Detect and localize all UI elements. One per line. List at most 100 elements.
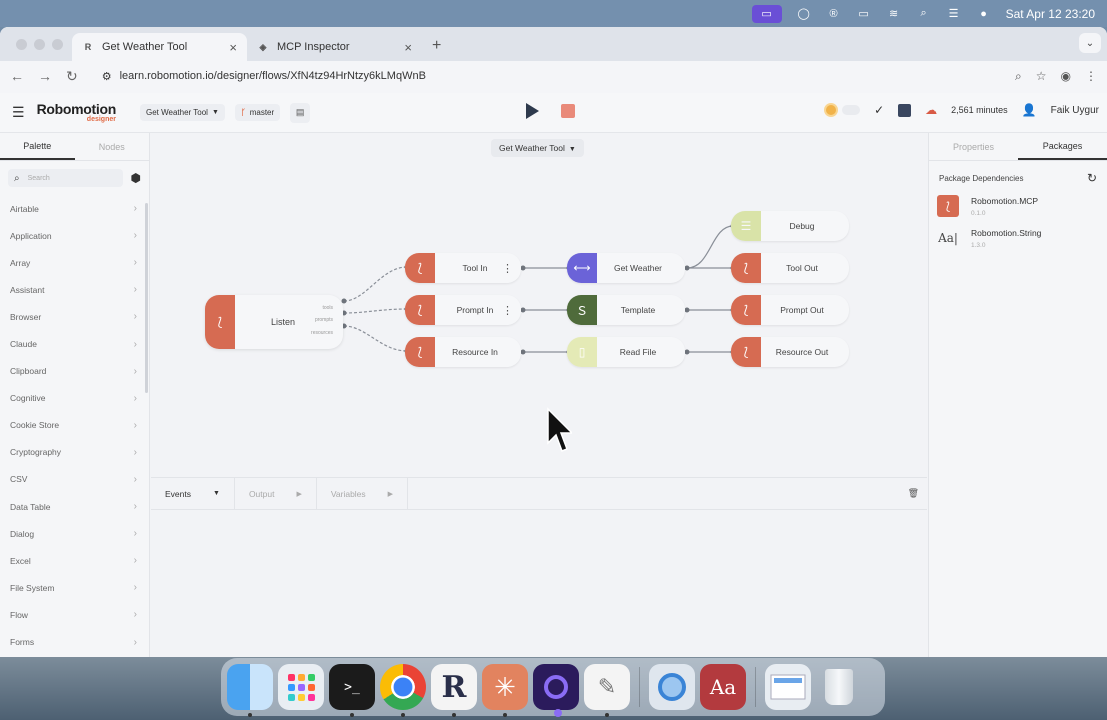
quicktime-icon[interactable]: [649, 664, 695, 710]
palette-item[interactable]: Cookie Store ›: [0, 412, 149, 439]
clear-trash-icon[interactable]: 🗑: [908, 488, 919, 499]
palette-item[interactable]: Data Table ›: [0, 493, 149, 520]
branch-selector[interactable]: ᚴ master: [234, 104, 281, 121]
flow-selector-dropdown[interactable]: Get Weather Tool ▼: [139, 104, 225, 121]
save-icon[interactable]: ▤: [290, 102, 311, 123]
resource-in-node[interactable]: ⟅ Resource In: [405, 337, 521, 367]
dictionary-icon[interactable]: Aa: [700, 664, 746, 710]
url-field[interactable]: ⚙ learn.robomotion.io/designer/flows/XfN…: [92, 64, 1001, 88]
palette-item[interactable]: Excel ›: [0, 547, 149, 574]
site-settings-icon[interactable]: ⚙: [102, 70, 112, 83]
bookmark-star-icon[interactable]: ☆: [1036, 69, 1047, 84]
chevron-down-icon: ▼: [213, 490, 220, 497]
run-play-button[interactable]: [526, 103, 539, 119]
toggle-switch[interactable]: [842, 105, 861, 115]
palette-item[interactable]: Dialog ›: [0, 520, 149, 547]
palette-item[interactable]: Array ›: [0, 249, 149, 276]
palette-item[interactable]: Assistant ›: [0, 276, 149, 303]
palette-search-input[interactable]: ⌕ Search: [8, 169, 123, 187]
flow-canvas[interactable]: Get Weather Tool ▼ ⟅ Listen tools prompt…: [151, 133, 927, 477]
tab-properties[interactable]: Properties: [929, 133, 1018, 160]
get-weather-node[interactable]: ⟷ Get Weather: [567, 253, 685, 283]
close-tab-icon[interactable]: ×: [229, 40, 237, 55]
close-window-button[interactable]: [16, 39, 27, 50]
tab-search-chevron-icon[interactable]: ⌄: [1079, 33, 1101, 53]
robomotion-menubar-icon[interactable]: ®: [826, 7, 842, 21]
tab-packages[interactable]: Packages: [1018, 133, 1107, 160]
claude-icon[interactable]: ✳: [482, 664, 528, 717]
palette-item[interactable]: CSV ›: [0, 466, 149, 493]
spotlight-search-icon[interactable]: ⌕: [916, 7, 932, 21]
more-options-icon[interactable]: ⋮: [502, 262, 513, 275]
sidebar-scrollbar[interactable]: [145, 203, 148, 393]
textedit-icon[interactable]: ✎: [584, 664, 630, 717]
template-node[interactable]: Ｓ Template: [567, 295, 685, 325]
palette-item[interactable]: Flow ›: [0, 601, 149, 628]
prompt-in-node[interactable]: ⟅ Prompt In ⋮: [405, 295, 521, 325]
control-center-icon[interactable]: ☰: [946, 7, 962, 21]
new-tab-icon[interactable]: +: [432, 37, 441, 55]
arc-icon[interactable]: [533, 664, 579, 717]
robomotion-icon[interactable]: R: [431, 664, 477, 717]
package-item[interactable]: ⟅ Robomotion.MCP 0.1.0: [929, 185, 1107, 217]
package-dependencies-title: Package Dependencies: [939, 173, 1024, 183]
palette-item[interactable]: Application ›: [0, 222, 149, 249]
chrome-icon[interactable]: [380, 664, 426, 717]
prompt-out-node[interactable]: ⟅ Prompt Out: [731, 295, 849, 325]
user-name[interactable]: Faik Uygur: [1051, 105, 1099, 116]
hamburger-menu-icon[interactable]: ☰: [12, 104, 25, 121]
profile-icon[interactable]: ◉: [1061, 69, 1071, 84]
debug-node[interactable]: ☰ Debug: [731, 211, 849, 241]
tool-in-node[interactable]: ⟅ Tool In ⋮: [405, 253, 521, 283]
palette-item[interactable]: Cryptography ›: [0, 439, 149, 466]
tab-variables[interactable]: Variables ▶: [317, 477, 409, 510]
back-icon[interactable]: ←: [10, 68, 24, 84]
package-cube-icon[interactable]: ⬢: [131, 171, 141, 185]
forward-icon[interactable]: →: [38, 68, 52, 84]
browser-tab-get-weather[interactable]: R Get Weather Tool ×: [72, 33, 247, 61]
palette-item[interactable]: File System ›: [0, 574, 149, 601]
tool-out-node[interactable]: ⟅ Tool Out: [731, 253, 849, 283]
user-icon[interactable]: 👤: [1022, 103, 1037, 117]
minimize-window-button[interactable]: [34, 39, 45, 50]
read-file-node[interactable]: ▯ Read File: [567, 337, 685, 367]
menubar-clock[interactable]: Sat Apr 12 23:20: [1006, 7, 1095, 21]
siri-icon[interactable]: ●: [976, 7, 992, 21]
launchpad-icon[interactable]: [278, 664, 324, 710]
palette-item[interactable]: Airtable ›: [0, 195, 149, 222]
listen-node[interactable]: ⟅ Listen tools prompts resources: [205, 295, 343, 349]
preview-icon[interactable]: [765, 664, 811, 710]
trash-icon[interactable]: [816, 664, 862, 710]
refresh-icon[interactable]: ↻: [1087, 171, 1097, 185]
palette-item[interactable]: Clipboard ›: [0, 358, 149, 385]
screen-share-icon[interactable]: ▭: [751, 4, 782, 23]
browser-tab-mcp-inspector[interactable]: ◈ MCP Inspector ×: [247, 33, 422, 61]
robomotion-logo[interactable]: Robomotion designer: [37, 102, 117, 123]
coin-icon[interactable]: [824, 103, 839, 117]
battery-icon[interactable]: ▭: [856, 7, 872, 21]
resource-out-node[interactable]: ⟅ Resource Out: [731, 337, 849, 367]
zoom-icon[interactable]: ⌕: [1015, 69, 1022, 84]
tab-nodes[interactable]: Nodes: [75, 133, 150, 160]
circle-status-icon[interactable]: ◯: [796, 7, 812, 21]
wifi-icon[interactable]: ≋: [886, 7, 902, 21]
tab-output[interactable]: Output ▶: [235, 477, 317, 510]
palette-item[interactable]: Cognitive ›: [0, 385, 149, 412]
tab-events[interactable]: Events ▼: [151, 477, 235, 510]
finder-icon[interactable]: [227, 664, 273, 717]
maximize-window-button[interactable]: [52, 39, 63, 50]
reload-icon[interactable]: ↻: [66, 68, 78, 85]
stop-button[interactable]: [561, 104, 575, 118]
robomotion-mcp-icon: ⟅: [731, 295, 761, 325]
browser-menu-icon[interactable]: ⋮: [1085, 69, 1097, 84]
palette-item[interactable]: Forms ›: [0, 629, 149, 656]
palette-item[interactable]: Claude ›: [0, 330, 149, 357]
palette-item[interactable]: Browser ›: [0, 303, 149, 330]
apps-grid-icon[interactable]: [898, 103, 912, 117]
package-item[interactable]: Aa| Robomotion.String 1.3.0: [929, 217, 1107, 249]
terminal-icon[interactable]: >_: [329, 664, 375, 717]
tab-palette[interactable]: Palette: [0, 133, 75, 160]
more-options-icon[interactable]: ⋮: [502, 304, 513, 317]
check-icon[interactable]: ✓: [874, 103, 884, 117]
close-tab-icon[interactable]: ×: [404, 40, 412, 55]
